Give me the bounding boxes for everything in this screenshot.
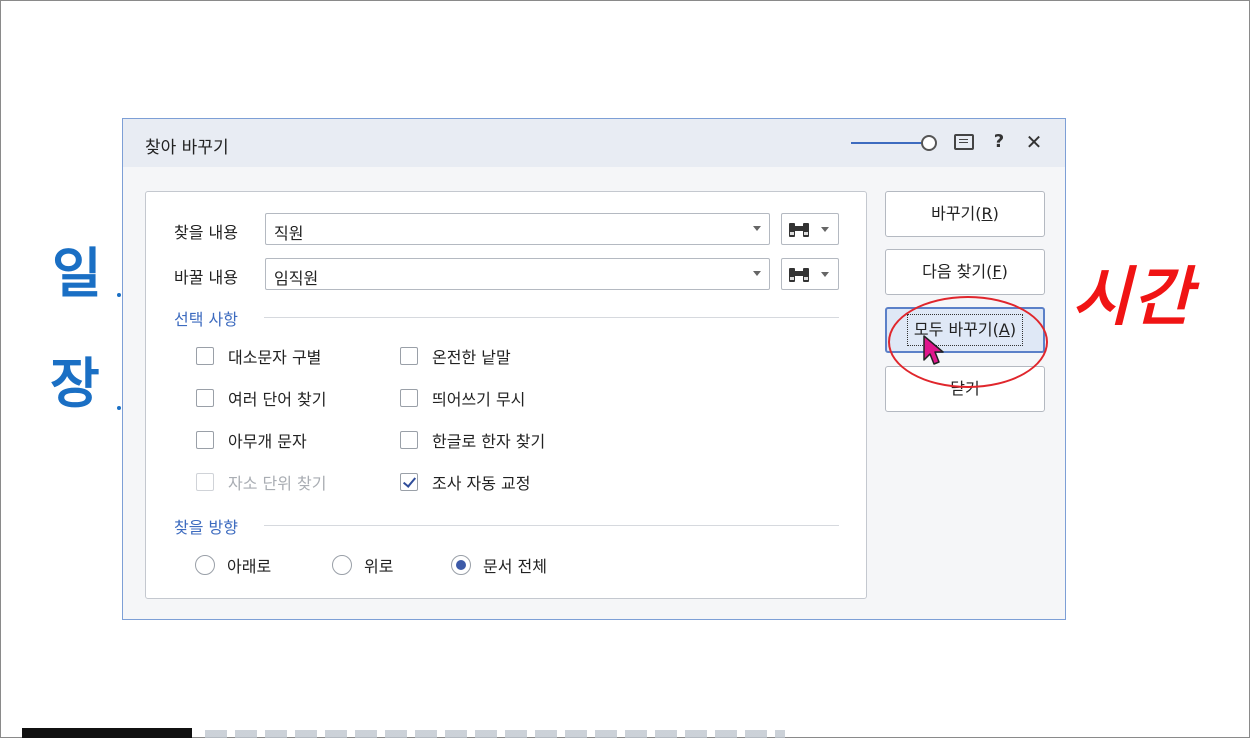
radio-label: 위로 — [364, 557, 394, 576]
option-checkbox[interactable]: 한글로 한자 찾기 — [400, 428, 545, 452]
find-format-button[interactable] — [781, 213, 839, 245]
highlight-ellipse — [888, 296, 1048, 388]
direction-section-title: 찾을 방향 — [174, 518, 238, 537]
find-label: 찾을 내용 — [174, 223, 238, 242]
help-icon[interactable]: ? — [986, 129, 1012, 155]
direction-radio[interactable]: 위로 — [332, 553, 393, 577]
options-section-title: 선택 사항 — [174, 310, 238, 329]
option-checkbox[interactable]: 띄어쓰기 무시 — [400, 386, 525, 410]
transparency-slider-track[interactable] — [851, 142, 923, 144]
checkbox-box[interactable] — [400, 389, 418, 407]
option-checkbox[interactable]: 온전한 낱말 — [400, 344, 511, 368]
memo-icon[interactable] — [951, 129, 977, 155]
annotation-text: 시간 — [1072, 261, 1194, 335]
checkbox-label: 한글로 한자 찾기 — [432, 432, 546, 451]
binoculars-icon — [789, 223, 809, 237]
option-checkbox-checked[interactable]: 조사 자동 교정 — [400, 470, 531, 494]
checkbox-box[interactable] — [196, 431, 214, 449]
replace-value: 임직원 — [274, 269, 319, 288]
button-label: ) — [992, 204, 999, 223]
chevron-down-icon[interactable] — [753, 271, 761, 276]
checkbox-box[interactable] — [196, 347, 214, 365]
radio-label: 아래로 — [227, 557, 272, 576]
direction-radio[interactable]: 아래로 — [195, 553, 271, 577]
dialog-titlebar[interactable]: 찾아 바꾸기 ? ✕ — [123, 119, 1065, 167]
checkbox-box — [196, 473, 214, 491]
direction-radio-selected[interactable]: 문서 전체 — [451, 553, 547, 577]
transparency-slider-handle[interactable] — [921, 135, 937, 151]
background-mark — [117, 293, 121, 297]
option-checkbox-disabled: 자소 단위 찾기 — [196, 470, 327, 494]
close-icon[interactable]: ✕ — [1021, 129, 1047, 155]
find-input[interactable]: 직원 — [265, 213, 770, 245]
checkbox-label: 띄어쓰기 무시 — [432, 390, 526, 409]
radio-circle[interactable] — [332, 555, 352, 575]
button-label: ) — [1001, 262, 1008, 281]
replace-input[interactable]: 임직원 — [265, 258, 770, 290]
replace-format-button[interactable] — [781, 258, 839, 290]
radio-circle[interactable] — [451, 555, 471, 575]
background-mark — [117, 406, 121, 410]
background-highlight — [22, 728, 192, 738]
button-label: 바꾸기( — [931, 204, 982, 223]
checkbox-box[interactable] — [400, 473, 418, 491]
chevron-down-icon — [821, 272, 829, 277]
checkbox-label: 여러 단어 찾기 — [228, 390, 327, 409]
option-checkbox[interactable]: 아무개 문자 — [196, 428, 307, 452]
binoculars-icon — [789, 268, 809, 282]
checkbox-label: 대소문자 구별 — [228, 348, 322, 367]
dialog-title: 찾아 바꾸기 — [145, 138, 229, 158]
button-label: 다음 찾기( — [922, 262, 993, 281]
checkbox-box[interactable] — [400, 347, 418, 365]
radio-circle[interactable] — [195, 555, 215, 575]
mouse-cursor-icon — [923, 335, 944, 365]
chevron-down-icon[interactable] — [753, 226, 761, 231]
find-next-button[interactable]: 다음 찾기(F) — [885, 249, 1045, 295]
checkbox-box[interactable] — [400, 431, 418, 449]
section-divider — [264, 317, 839, 318]
background-char: 장 — [50, 352, 100, 415]
chevron-down-icon — [821, 227, 829, 232]
option-checkbox[interactable]: 여러 단어 찾기 — [196, 386, 327, 410]
background-faint-text — [205, 730, 785, 738]
checkbox-label: 조사 자동 교정 — [432, 474, 531, 493]
replace-label: 바꿀 내용 — [174, 268, 238, 287]
section-divider — [264, 525, 839, 526]
background-char: 일 — [52, 242, 102, 305]
accelerator-key: F — [992, 262, 1002, 281]
checkbox-label: 자소 단위 찾기 — [228, 474, 327, 493]
option-checkbox[interactable]: 대소문자 구별 — [196, 344, 321, 368]
replace-button[interactable]: 바꾸기(R) — [885, 191, 1045, 237]
radio-label: 문서 전체 — [483, 557, 547, 576]
checkbox-box[interactable] — [196, 389, 214, 407]
checkbox-label: 아무개 문자 — [228, 432, 307, 451]
options-panel: 찾을 내용 직원 바꿀 내용 임직원 선택 사항 대소문자 구별 온전한 낱말 … — [145, 191, 867, 599]
accelerator-key: R — [981, 204, 993, 223]
checkbox-label: 온전한 낱말 — [432, 348, 511, 367]
find-value: 직원 — [274, 224, 304, 243]
